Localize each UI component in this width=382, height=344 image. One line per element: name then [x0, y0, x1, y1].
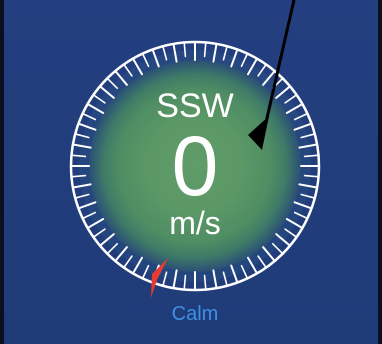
dial-tick [183, 274, 187, 290]
dial-tick [203, 42, 207, 58]
speed-unit: m/s [169, 205, 221, 241]
wind-condition: Calm [171, 303, 219, 325]
wind-widget: SSW 0 m/s Calm [0, 0, 382, 344]
dial-tick [183, 42, 187, 58]
dial-tick [203, 274, 207, 290]
wind-speed: 0 [171, 119, 219, 213]
